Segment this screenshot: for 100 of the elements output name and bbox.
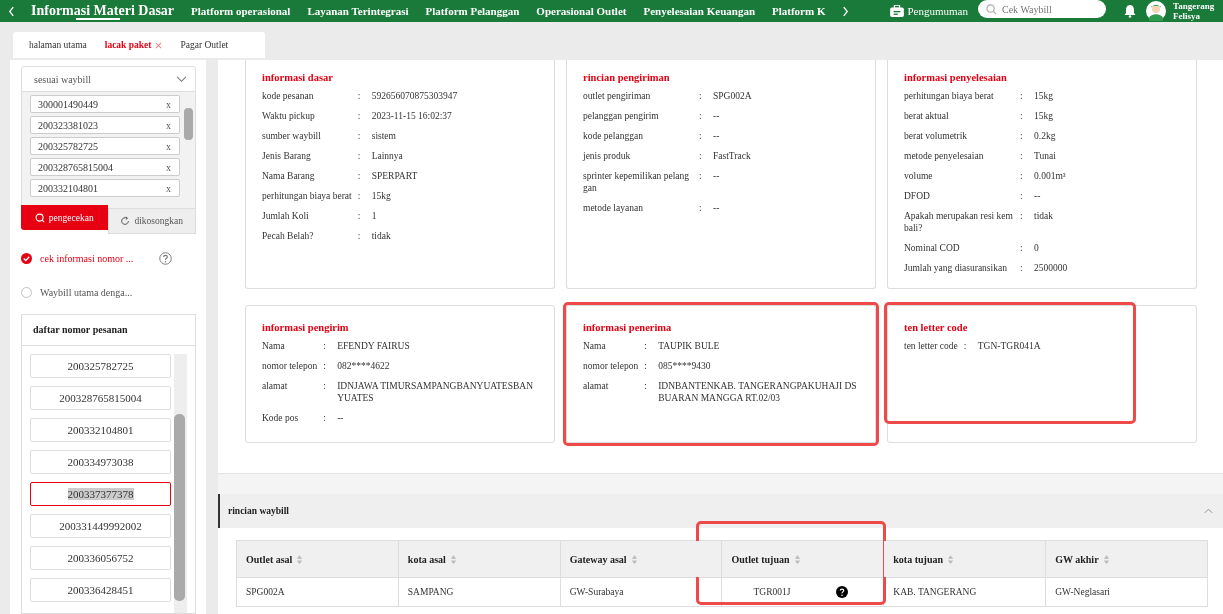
nav-item[interactable]: Layanan Terintegrasi	[307, 0, 409, 22]
field-separator: :	[357, 170, 362, 182]
radio-label[interactable]: Waybill utama denga...	[40, 286, 133, 298]
remove-tag-button[interactable]: x	[166, 140, 171, 152]
field-value: 0.2kg	[1034, 130, 1057, 142]
panel-title: daftar nomor pesanan	[22, 315, 195, 346]
column-header[interactable]: Outlet asal	[236, 540, 399, 578]
field-value: --	[713, 170, 721, 183]
sort-icon[interactable]	[449, 553, 457, 565]
nav-item[interactable]: Penyelesaian Keuangan	[643, 0, 755, 22]
checked-radio-icon[interactable]	[21, 252, 32, 264]
waybill-search-field[interactable]: Cek Waybill	[978, 0, 1106, 18]
order-number-item[interactable]: 200328765815004	[30, 386, 171, 410]
nav-item[interactable]: Platform operasional	[191, 0, 291, 22]
field-label: berat aktual	[904, 110, 950, 122]
field-value: FastTrack	[713, 150, 752, 162]
column-header[interactable]: Outlet tujuan	[722, 540, 884, 578]
sort-icon[interactable]	[1102, 553, 1110, 565]
field-separator: :	[357, 130, 362, 142]
sort-icon[interactable]	[793, 553, 801, 565]
order-number-item[interactable]: 200336056752	[30, 546, 171, 570]
search-icon	[34, 212, 45, 223]
lookup-type-dropdown[interactable]: sesuai waybill	[21, 66, 196, 92]
column-header[interactable]: kota asal	[398, 540, 561, 578]
field-label: alamat	[262, 380, 289, 393]
chevron-up-icon[interactable]	[1204, 508, 1213, 514]
order-number-item[interactable]: 200334973038	[30, 450, 171, 474]
field-label: Jenis Barang	[262, 150, 312, 162]
card-title: informasi penerima	[583, 322, 673, 333]
field-separator: :	[644, 360, 648, 372]
briefcase-icon[interactable]	[889, 5, 904, 17]
nav-item[interactable]: Platform Pelanggan	[425, 0, 520, 22]
order-number-item[interactable]: 200325782725	[30, 354, 171, 378]
column-header[interactable]: GW akhir	[1045, 540, 1208, 578]
announcement-link[interactable]: Pengumuman	[907, 5, 968, 17]
order-number-item[interactable]: 200332104801	[30, 418, 171, 442]
field-value: tidak	[1034, 210, 1054, 223]
column-header[interactable]: Gateway asal	[560, 540, 722, 578]
sort-icon[interactable]	[630, 553, 638, 565]
field-label: metode layanan	[583, 202, 644, 214]
field-value: 15kg	[1034, 90, 1054, 102]
page-tab[interactable]: Pagar Outlet	[180, 40, 229, 50]
field-separator: :	[1020, 170, 1024, 182]
field-separator: :	[1020, 210, 1024, 223]
field-label: Nama	[262, 340, 286, 352]
remove-tag-button[interactable]: x	[166, 119, 171, 131]
table-cell: SPG002A	[236, 577, 399, 607]
field-separator: :	[699, 150, 703, 162]
column-header[interactable]: kota tujuan	[883, 540, 1046, 578]
bell-icon[interactable]	[1124, 4, 1136, 18]
order-number-item[interactable]: 200331449992002	[30, 514, 171, 538]
field-value: --	[1034, 190, 1042, 202]
field-separator: :	[357, 90, 362, 102]
avatar-icon[interactable]	[1146, 1, 1166, 21]
field-label: berat volumetrik	[904, 130, 969, 142]
page-tab[interactable]: lacak paket	[104, 40, 163, 50]
field-separator: :	[1020, 150, 1024, 162]
chevron-left-icon[interactable]	[8, 5, 15, 17]
field-value: SPG002A	[713, 90, 753, 102]
page-tab[interactable]: halaman utama	[29, 40, 87, 50]
field-value: IDNJAWA TIMURSAMPANGBANYUATESBANYUATES	[337, 380, 534, 404]
field-label: Jumlah Koli	[262, 210, 310, 222]
nav-item[interactable]: Platform K	[772, 0, 826, 22]
field-value: 2500000	[1034, 262, 1069, 274]
field-value: 0.001m³	[1034, 170, 1067, 182]
chevron-right-icon[interactable]	[842, 5, 850, 17]
field-value: tidak	[371, 230, 392, 242]
section-title: rincian waybill	[228, 506, 289, 516]
tag-text: 300001490449	[38, 98, 98, 110]
radio-button[interactable]	[21, 286, 32, 298]
search-button[interactable]: pengecekan	[21, 205, 108, 230]
user-outlet: Tangerang	[1173, 1, 1216, 11]
field-separator: :	[323, 360, 327, 372]
field-separator: :	[1020, 242, 1024, 254]
field-label: DFOD	[904, 190, 931, 202]
field-value: 1	[371, 210, 378, 222]
sort-icon[interactable]	[947, 553, 955, 565]
order-number-item[interactable]: 200337377378	[30, 482, 171, 506]
field-separator: :	[1020, 90, 1024, 102]
scrollbar[interactable]	[174, 354, 187, 613]
waybill-input-area[interactable]: 300001490449 x 200323381023 x 200325782725 x 200328765815004 x 200332104801 x	[21, 92, 196, 209]
nav-item[interactable]: Operasional Outlet	[536, 0, 627, 22]
field-value: IDNBANTENKAB. TANGERANGPAKUHAJI DS BUARAN MANGGA RT.02/03	[658, 380, 858, 404]
close-icon[interactable]	[155, 41, 163, 49]
order-number-item[interactable]: 200336428451	[30, 578, 171, 602]
remove-tag-button[interactable]: x	[166, 182, 171, 194]
nav-item[interactable]: Informasi Materi Dasar	[31, 0, 175, 22]
radio-label[interactable]: cek informasi nomor ...	[40, 252, 134, 264]
field-value: 0	[1034, 242, 1040, 254]
sort-icon[interactable]	[296, 553, 304, 565]
remove-tag-button[interactable]: x	[166, 98, 171, 110]
field-separator: :	[699, 202, 703, 214]
table-cell: TGR001J	[722, 577, 884, 607]
field-label: Jumlah yang diasuransikan	[904, 262, 1008, 274]
remove-tag-button[interactable]: x	[166, 161, 171, 173]
field-label: pelanggan pengirim	[583, 110, 660, 122]
field-value: SPERPART	[371, 170, 419, 182]
help-icon[interactable]	[836, 586, 849, 598]
reset-button[interactable]: dikosongkan	[107, 209, 196, 234]
field-label: Pecah Belah?	[262, 230, 315, 242]
